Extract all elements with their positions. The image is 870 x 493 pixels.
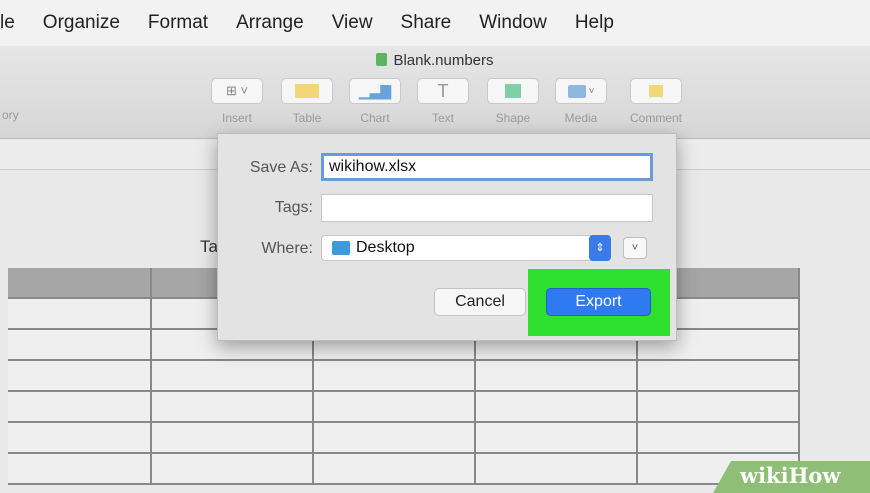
table-cell[interactable] xyxy=(8,361,152,392)
comment-label: Comment xyxy=(629,111,682,125)
shape-icon xyxy=(505,84,521,98)
table-icon xyxy=(295,84,319,98)
comment-button[interactable]: Comment xyxy=(626,78,686,125)
table-label: Table xyxy=(292,111,322,125)
menu-window[interactable]: Window xyxy=(479,12,547,34)
where-label: Where: xyxy=(261,240,313,257)
table-cell[interactable] xyxy=(8,330,152,361)
table-cell[interactable] xyxy=(8,299,152,330)
table-title: Ta xyxy=(200,237,218,256)
toolbar-left-label: ory xyxy=(2,108,19,122)
table-cell[interactable] xyxy=(152,361,314,392)
table-cell[interactable] xyxy=(476,361,638,392)
table-cell[interactable] xyxy=(8,454,152,485)
insert-label: Insert xyxy=(221,111,252,125)
insert-button[interactable]: ⊞ ˅ Insert xyxy=(207,78,267,125)
text-icon: T xyxy=(437,80,449,101)
menu-file[interactable]: le xyxy=(0,12,15,34)
where-value: Desktop xyxy=(356,239,415,256)
table-cell[interactable] xyxy=(638,392,800,423)
menu-organize[interactable]: Organize xyxy=(43,12,120,34)
popup-stepper-icon: ⇕ xyxy=(589,235,611,261)
text-button[interactable]: T Text xyxy=(413,78,473,125)
chart-icon: ▁▃▇ xyxy=(358,82,392,99)
table-cell[interactable] xyxy=(8,268,152,299)
insert-icon: ⊞ ˅ xyxy=(225,83,249,98)
watermark-logo: wikiHow xyxy=(740,463,841,488)
table-cell[interactable] xyxy=(476,454,638,485)
table-cell[interactable] xyxy=(152,392,314,423)
save-as-label: Save As: xyxy=(249,159,313,176)
table-button[interactable]: Table xyxy=(277,78,337,125)
window-title-text: Blank.numbers xyxy=(393,52,494,69)
menu-help[interactable]: Help xyxy=(575,12,614,34)
menu-format[interactable]: Format xyxy=(148,12,208,34)
media-button[interactable]: ˅ Media xyxy=(551,78,611,125)
table-cell[interactable] xyxy=(476,423,638,454)
menu-bar: le Organize Format Arrange View Share Wi… xyxy=(0,0,870,47)
window-toolbar: Blank.numbers ory ⊞ ˅ Insert Table ▁▃▇ C… xyxy=(0,46,870,139)
tags-label: Tags: xyxy=(274,199,313,216)
cancel-button[interactable]: Cancel xyxy=(434,288,526,316)
table-cell[interactable] xyxy=(314,454,476,485)
table-row xyxy=(8,454,800,485)
media-label: Media xyxy=(564,111,598,125)
chart-button[interactable]: ▁▃▇ Chart xyxy=(345,78,405,125)
table-row xyxy=(8,392,800,423)
window-title: Blank.numbers xyxy=(0,52,870,69)
menu-arrange[interactable]: Arrange xyxy=(236,12,304,34)
table-cell[interactable] xyxy=(638,423,800,454)
text-label: Text xyxy=(431,111,454,125)
table-cell[interactable] xyxy=(8,392,152,423)
numbers-doc-icon xyxy=(376,53,388,66)
table-row xyxy=(8,423,800,454)
table-cell[interactable] xyxy=(476,392,638,423)
shape-button[interactable]: Shape xyxy=(483,78,543,125)
table-cell[interactable] xyxy=(314,392,476,423)
export-button[interactable]: Export xyxy=(546,288,651,316)
table-row xyxy=(8,361,800,392)
table-cell[interactable] xyxy=(8,423,152,454)
table-cell[interactable] xyxy=(314,361,476,392)
table-cell[interactable] xyxy=(314,423,476,454)
chevron-down-icon: ˅ xyxy=(631,242,639,254)
table-cell[interactable] xyxy=(638,361,800,392)
where-popup[interactable]: Desktop ⇕ xyxy=(321,235,611,261)
shape-label: Shape xyxy=(495,111,531,125)
comment-icon xyxy=(649,85,663,97)
menu-view[interactable]: View xyxy=(332,12,373,34)
menu-share[interactable]: Share xyxy=(401,12,452,34)
expand-chevron-button[interactable]: ˅ xyxy=(623,237,647,259)
tags-input[interactable] xyxy=(321,194,653,222)
save-as-input[interactable]: wikihow.xlsx xyxy=(321,153,653,181)
folder-icon xyxy=(332,241,350,255)
table-cell[interactable] xyxy=(152,423,314,454)
media-icon xyxy=(567,84,586,98)
chart-label: Chart xyxy=(360,111,390,125)
table-cell[interactable] xyxy=(152,454,314,485)
